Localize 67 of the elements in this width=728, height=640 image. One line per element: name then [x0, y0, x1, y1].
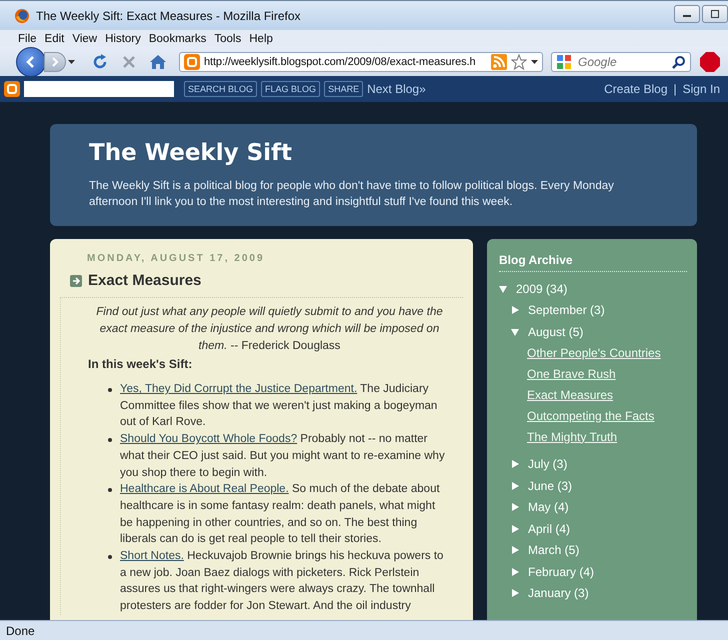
menu-item[interactable]: Tools — [210, 32, 246, 44]
back-button[interactable] — [16, 46, 46, 76]
list-item-text: Should You Boycott Whole Foods? Probably not -- no matter what their CEO just said. But you might want to re-examine why you shop there to begin with. — [120, 432, 446, 481]
feed-icon[interactable] — [491, 54, 507, 70]
menu-item[interactable]: View — [68, 32, 102, 44]
sign-in-link[interactable]: Sign In — [682, 82, 720, 96]
arrow-icon — [70, 274, 82, 286]
adblock-icon[interactable] — [699, 50, 721, 72]
star-icon[interactable] — [511, 54, 527, 70]
address-bar[interactable]: http://weeklysift.blogspot.com/2009/08/exact-measures.h — [179, 52, 543, 72]
minimize-button[interactable] — [674, 5, 700, 23]
blog-bar-button[interactable]: SEARCH BLOG — [184, 81, 258, 97]
next-blog-link[interactable]: Next Blog» — [367, 82, 426, 96]
post-date: MONDAY, AUGUST 17, 2009 — [86, 253, 266, 264]
article-link[interactable]: Short Notes. — [120, 550, 184, 562]
bullet-icon — [108, 488, 112, 492]
search-bar[interactable]: Google — [551, 52, 691, 72]
bullet-icon — [108, 388, 112, 392]
collapsed-arrow-icon[interactable] — [511, 306, 519, 314]
list-item-text: Yes, They Did Corrupt the Justice Department. The Judiciary Committee files show that we weren't just making a bogeyman out of Karl Rove. — [120, 382, 438, 430]
collapsed-arrow-icon[interactable] — [511, 524, 519, 533]
intro-text: In this week's Sift: — [88, 357, 194, 371]
search-icon[interactable] — [672, 54, 686, 68]
article-link[interactable]: Should You Boycott Whole Foods? — [120, 433, 298, 446]
expanded-arrow-icon[interactable] — [511, 328, 519, 336]
quote-text: Find out just what any people will quietly submit to and you have the exact measure of the injustice and wrong which will be imposed on them. -- Frederick Douglass — [95, 305, 444, 354]
list-item-text: Short Notes. Heckuvajob Brownie brings his heckuva powers to a new job. Joan Baez dialogs with picketers. Rick Perlstein assures us that right-wingers were always crazy. The townhall protesters are fodder for Jon Stewart. And the oil industry — [120, 549, 444, 614]
maximize-button[interactable] — [702, 5, 728, 23]
blogger-icon[interactable] — [4, 81, 20, 97]
home-icon[interactable] — [149, 54, 167, 70]
blog-bar-button[interactable]: SHARE — [324, 81, 364, 97]
bullet-icon — [108, 555, 112, 560]
article-link[interactable]: Yes, They Did Corrupt the Justice Department. — [120, 383, 358, 395]
list-item-text: Healthcare is About Real People. So much of the debate about healthcare is in some fantasy realm: death panels, what might be happening in other countries, and so on. The best thing liberals can do is get real people to tell their stories. — [120, 482, 441, 548]
collapsed-arrow-icon[interactable] — [511, 503, 519, 512]
site-icon — [184, 54, 200, 70]
menu-item[interactable]: File — [14, 32, 41, 44]
post-title[interactable]: Exact Measures — [88, 272, 202, 289]
collapsed-arrow-icon[interactable] — [511, 589, 519, 598]
create-blog-link[interactable]: Create Blog — [604, 82, 668, 96]
status-text: Done — [6, 624, 35, 638]
menu-item[interactable]: Edit — [40, 32, 68, 44]
dropdown-icon[interactable] — [531, 60, 538, 64]
collapsed-arrow-icon[interactable] — [511, 482, 519, 490]
search-engine-icon[interactable] — [556, 54, 572, 70]
maximize-icon — [710, 10, 720, 18]
article-link[interactable]: Healthcare is About Real People. — [120, 483, 289, 496]
blog-search-field[interactable] — [24, 81, 174, 97]
bullet-icon — [108, 438, 112, 442]
dropdown-icon[interactable] — [68, 60, 75, 64]
search-field[interactable]: Google — [576, 54, 668, 70]
reload-icon[interactable] — [91, 52, 109, 70]
browser-logo-icon — [14, 8, 30, 24]
link-separator: | — [674, 82, 677, 96]
expanded-arrow-icon[interactable] — [499, 284, 507, 293]
blog-bar-button[interactable]: FLAG BLOG — [261, 81, 320, 97]
window-title: The Weekly Sift: Exact Measures - Mozilla Firefox — [36, 8, 302, 22]
collapsed-arrow-icon[interactable] — [511, 546, 519, 554]
menu-item[interactable]: History — [101, 32, 145, 44]
menu-item[interactable]: Bookmarks — [144, 32, 210, 44]
menu-item[interactable]: Help — [245, 32, 277, 44]
stop-icon[interactable] — [121, 54, 137, 70]
collapsed-arrow-icon[interactable] — [511, 568, 519, 576]
collapsed-arrow-icon[interactable] — [511, 460, 519, 468]
blog-description: The Weekly Sift is a political blog for people who don't have time to follow political blogs. Every Monday afternoon I'll link you to the most interesting and insightful stuff I've found this week. — [89, 179, 615, 210]
blog-title[interactable]: The Weekly Sift — [89, 140, 657, 166]
sidebar-title: Blog Archive — [499, 253, 687, 272]
